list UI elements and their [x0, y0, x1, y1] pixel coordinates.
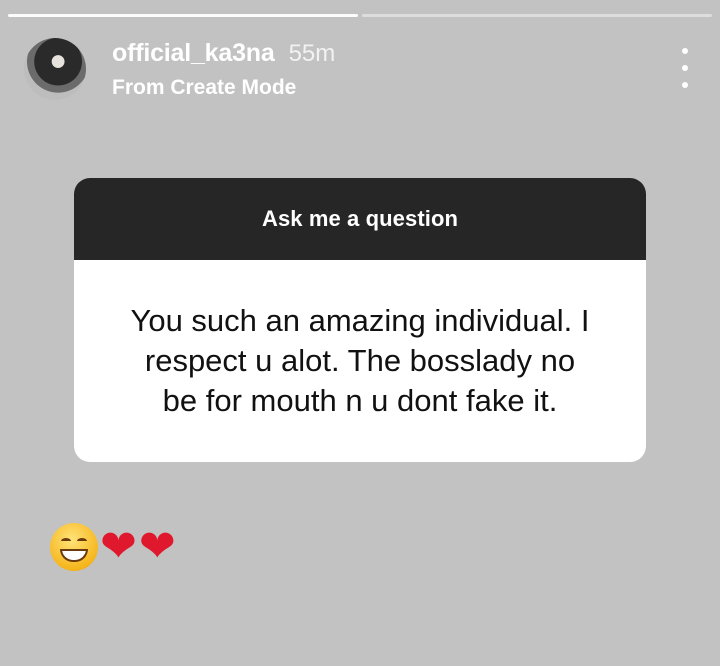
- user-meta: official_ka3na 55m From Create Mode: [112, 39, 335, 100]
- grinning-face-emoji-icon: [50, 523, 98, 571]
- reactions-row: ❤ ❤: [50, 520, 176, 574]
- dot-icon: [682, 48, 688, 54]
- question-card-body: You such an amazing individual. I respec…: [74, 260, 646, 462]
- red-heart-icon: ❤: [138, 521, 176, 572]
- mouth-icon: [60, 549, 88, 562]
- question-card-title: Ask me a question: [74, 178, 646, 260]
- story-header: official_ka3na 55m From Create Mode: [24, 34, 696, 104]
- question-card: Ask me a question You such an amazing in…: [74, 178, 646, 462]
- story-progress-segment-2: [362, 14, 712, 17]
- post-time: 55m: [288, 39, 336, 67]
- dot-icon: [682, 65, 688, 71]
- eye-icon: [61, 538, 71, 544]
- dot-icon: [682, 82, 688, 88]
- story-source-label[interactable]: From Create Mode: [112, 76, 335, 100]
- red-heart-icon: ❤: [100, 521, 137, 572]
- avatar[interactable]: [24, 38, 86, 100]
- story-progress-segment-1: [8, 14, 358, 17]
- eye-icon: [77, 538, 87, 544]
- question-card-message: You such an amazing individual. I respec…: [130, 303, 590, 418]
- more-options-icon[interactable]: [674, 48, 696, 88]
- story-progress-bar: [8, 14, 712, 17]
- username[interactable]: official_ka3na: [112, 39, 275, 68]
- name-line: official_ka3na 55m: [112, 39, 335, 68]
